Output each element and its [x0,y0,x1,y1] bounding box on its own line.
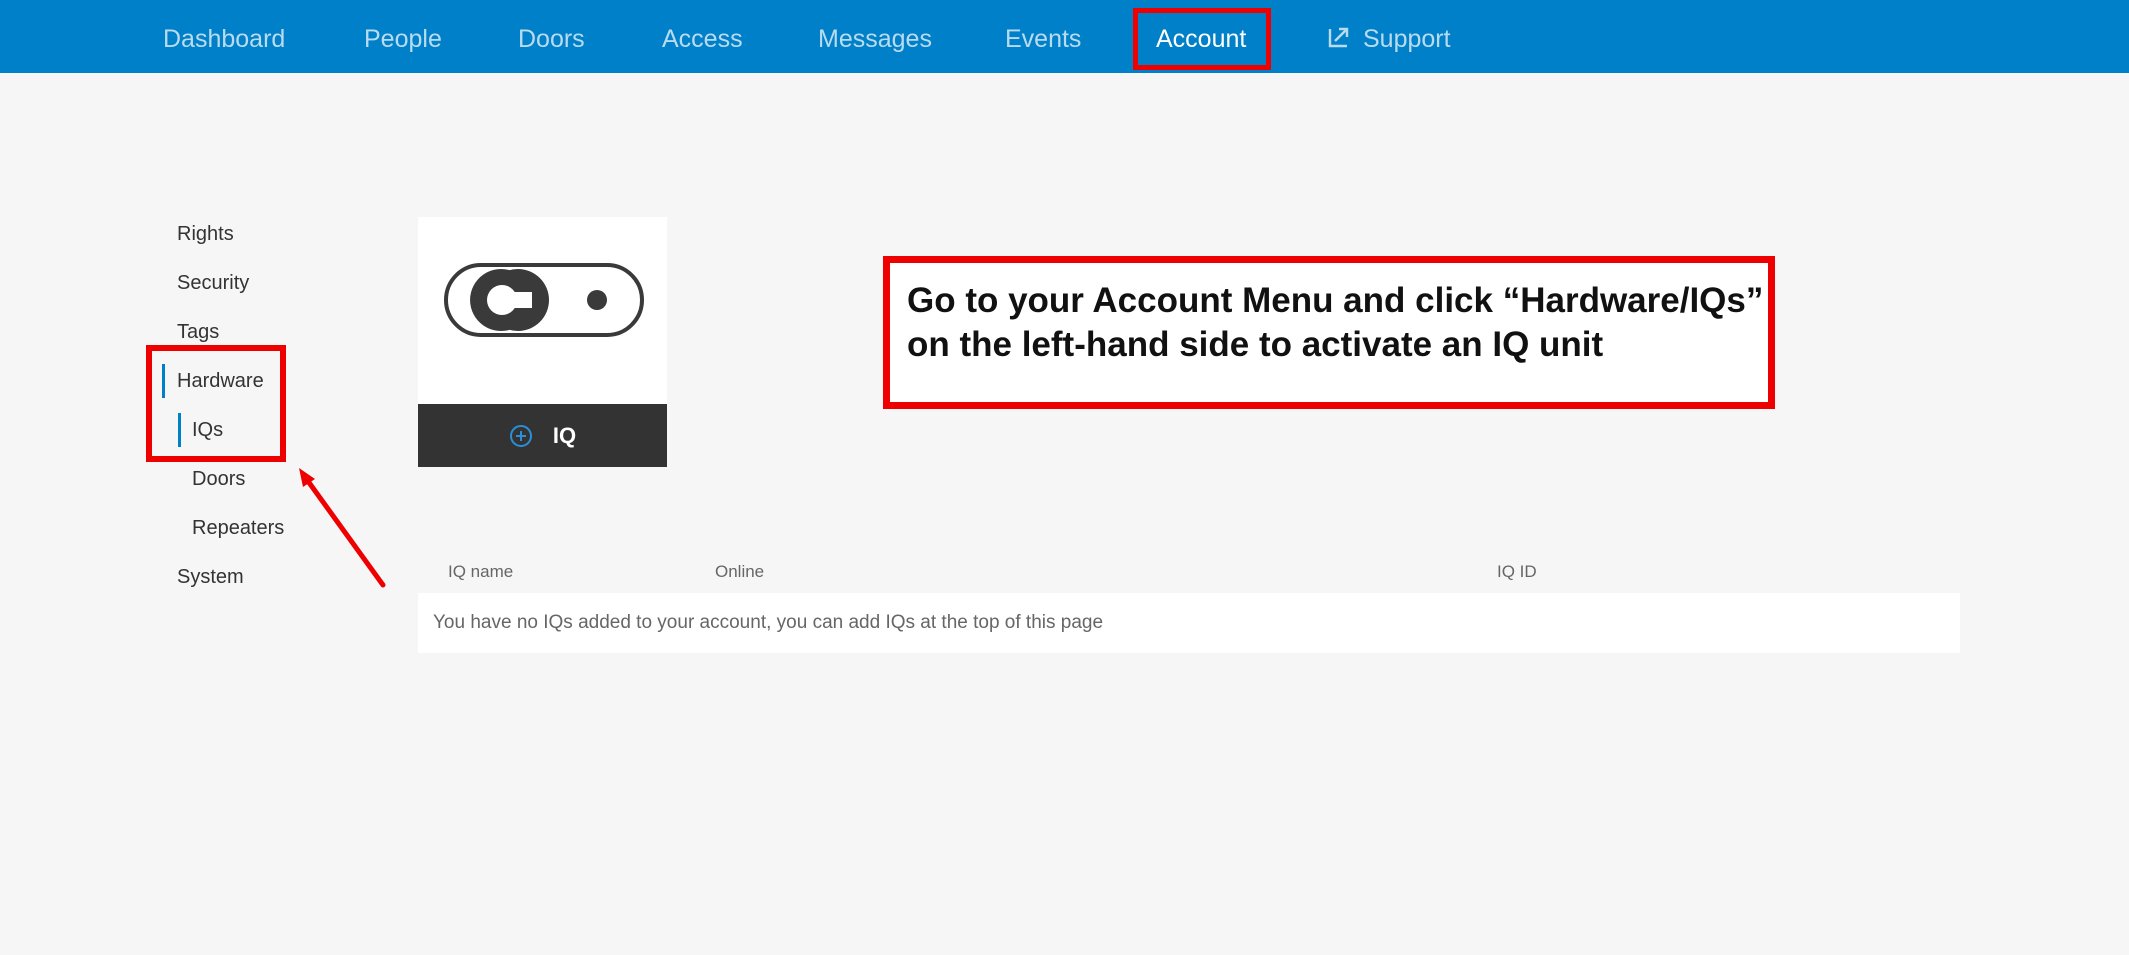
nav-dashboard[interactable]: Dashboard [163,0,285,73]
sidebar-item-tags[interactable]: Tags [177,321,219,344]
iq-card: IQ [418,217,667,467]
nav-support-label: Support [1363,25,1451,53]
account-highlight-box [1133,8,1271,70]
nav-doors[interactable]: Doors [518,0,585,73]
nav-access[interactable]: Access [662,0,743,73]
empty-message: You have no IQs added to your account, y… [433,612,1104,633]
instruction-callout: Go to your Account Menu and click “Hardw… [883,256,1775,409]
sidebar-item-security[interactable]: Security [177,272,249,295]
nav-people[interactable]: People [364,0,442,73]
add-iq-label: IQ [552,423,577,448]
hardware-highlight-box [146,345,286,462]
table-empty-row: You have no IQs added to your account, y… [418,593,1960,653]
iq-device-icon [444,263,644,337]
add-iq-button[interactable]: IQ [418,404,667,467]
plus-circle-icon [509,425,532,447]
sidebar-item-doors[interactable]: Doors [192,468,245,491]
sidebar-item-repeaters[interactable]: Repeaters [192,517,284,540]
nav-messages[interactable]: Messages [818,0,932,73]
column-header-iq-id[interactable]: IQ ID [1497,562,1537,582]
nav-events[interactable]: Events [1005,0,1081,73]
external-link-icon [1328,27,1349,48]
instruction-line-1: Go to your Account Menu and click “Hardw… [907,281,1764,320]
column-header-online[interactable]: Online [715,562,764,582]
instruction-line-2: on the left-hand side to activate an IQ … [907,325,1604,364]
top-navbar: Dashboard People Doors Access Messages E… [0,0,2129,73]
column-header-iq-name[interactable]: IQ name [448,562,513,582]
nav-support[interactable]: Support [1327,0,1451,73]
sidebar-item-system[interactable]: System [177,566,244,589]
instruction-text: Go to your Account Menu and click “Hardw… [907,279,1767,367]
arrow-icon [299,468,386,588]
sidebar-item-rights[interactable]: Rights [177,223,234,246]
